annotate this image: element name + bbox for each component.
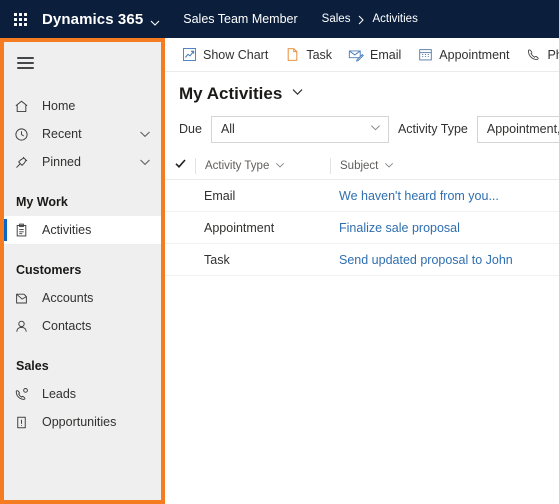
sidebar-item-accounts[interactable]: Accounts (4, 284, 161, 312)
due-filter-label: Due (179, 122, 202, 136)
chevron-right-icon (357, 15, 365, 25)
due-filter-value: All (220, 122, 235, 136)
show-chart-icon (181, 47, 197, 63)
brand-menu[interactable]: Dynamics 365 (42, 11, 160, 28)
show-chart-button[interactable]: Show Chart (173, 40, 276, 70)
chevron-down-icon (275, 160, 285, 173)
sidebar-group-title-sales: Sales (16, 359, 49, 373)
app-body: Home Recent Pinned My Work Activities Cu… (0, 38, 559, 504)
command-bar: Show Chart Task Email Appointment P (165, 38, 559, 72)
sidebar-item-activities[interactable]: Activities (4, 216, 161, 244)
pin-icon (14, 155, 33, 170)
new-task-button[interactable]: Task (276, 40, 340, 70)
calendar-icon (417, 47, 433, 63)
sidebar-item-recent[interactable]: Recent (4, 120, 161, 148)
table-row[interactable]: Email We haven't heard from you... (165, 180, 559, 212)
table-row[interactable]: Task Send updated proposal to John (165, 244, 559, 276)
sidebar-group-title-customers: Customers (16, 263, 82, 277)
column-header-subject[interactable]: Subject (330, 158, 559, 174)
sidebar-group-title-my-work: My Work (16, 195, 68, 209)
sidebar-item-pinned[interactable]: Pinned (4, 148, 161, 176)
sidebar-item-leads[interactable]: Leads (4, 380, 161, 408)
chevron-down-icon (384, 160, 394, 173)
new-appointment-button[interactable]: Appointment (409, 40, 517, 70)
chevron-down-icon[interactable] (139, 156, 151, 168)
email-envelope-icon (348, 47, 364, 63)
sidebar-item-label: Leads (42, 387, 77, 401)
view-selector[interactable]: My Activities (165, 72, 559, 112)
new-phone-call-button[interactable]: Phone Call (517, 40, 559, 70)
command-label: Phone Call (547, 47, 559, 62)
activities-grid: Activity Type Subject Email We haven't h… (165, 153, 559, 276)
cell-activity-type: Task (204, 252, 230, 267)
command-label: Appointment (439, 47, 510, 62)
dynamics-365-app-window: Dynamics 365 Sales Team Member Sales Act… (0, 0, 559, 504)
command-label: Email (370, 47, 402, 62)
hamburger-lines (17, 57, 34, 69)
breadcrumb-item-sales[interactable]: Sales (322, 13, 351, 25)
sidebar-item-label: Accounts (42, 291, 94, 305)
person-icon (14, 319, 33, 334)
app-name-label[interactable]: Sales Team Member (183, 12, 297, 26)
column-header-activity-type[interactable]: Activity Type (195, 158, 330, 174)
opportunity-icon (14, 415, 33, 430)
sidebar-item-home[interactable]: Home (4, 92, 161, 120)
sidebar-item-label: Opportunities (42, 415, 117, 429)
sidebar-item-contacts[interactable]: Contacts (4, 312, 161, 340)
sidebar-spacer-top (4, 80, 161, 92)
sidebar-item-label: Contacts (42, 319, 92, 333)
column-label: Subject (340, 160, 379, 172)
chevron-down-icon (370, 120, 381, 138)
select-all-checkbox[interactable] (165, 157, 195, 175)
chevron-down-icon[interactable] (139, 128, 151, 140)
sidebar-item-label: Pinned (42, 155, 81, 169)
table-row[interactable]: Appointment Finalize sale proposal (165, 212, 559, 244)
sidebar-item-opportunities[interactable]: Opportunities (4, 408, 161, 436)
building-icon (14, 291, 33, 306)
due-filter-select[interactable]: All (210, 115, 389, 143)
grid-header-row: Activity Type Subject (165, 153, 559, 180)
main-content-area: Show Chart Task Email Appointment P My A… (165, 38, 559, 504)
breadcrumb: Sales Activities (322, 13, 418, 25)
hamburger-menu-icon[interactable] (4, 46, 161, 80)
sidebar-item-label: Home (42, 99, 76, 113)
sidebar-navigation: Home Recent Pinned My Work Activities Cu… (4, 42, 161, 500)
cell-subject-link[interactable]: We haven't heard from you... (330, 189, 559, 203)
home-icon (14, 99, 33, 114)
chevron-down-icon (291, 85, 304, 103)
waffle-dots (13, 12, 27, 26)
cell-subject-link[interactable]: Finalize sale proposal (330, 221, 559, 235)
sidebar-highlight-outline: Home Recent Pinned My Work Activities Cu… (0, 38, 165, 504)
task-document-icon (284, 47, 300, 63)
brand-label: Dynamics 365 (42, 10, 144, 28)
activity-type-filter-label: Activity Type (397, 122, 468, 136)
checkmark-icon (174, 157, 187, 175)
command-label: Show Chart (203, 47, 269, 62)
phone-icon (525, 47, 541, 63)
column-label: Activity Type (205, 160, 270, 172)
clipboard-icon (14, 223, 33, 238)
page-title: My Activities (179, 84, 283, 103)
command-label: Task (306, 47, 333, 62)
sidebar-item-label: Recent (42, 127, 82, 141)
filter-bar: Due All Activity Type Appointment,C (165, 112, 559, 146)
cell-activity-type: Email (204, 188, 236, 203)
cell-subject-link[interactable]: Send updated proposal to John (330, 253, 559, 267)
app-launcher-waffle-icon[interactable] (7, 6, 33, 32)
sidebar-item-label: Activities (42, 223, 92, 237)
lead-phone-icon (14, 387, 33, 402)
cell-activity-type: Appointment (204, 220, 275, 235)
new-email-button[interactable]: Email (340, 40, 409, 70)
activity-type-filter-select[interactable]: Appointment,C (476, 115, 559, 143)
clock-icon (14, 127, 33, 142)
top-navigation-bar: Dynamics 365 Sales Team Member Sales Act… (0, 0, 559, 38)
breadcrumb-item-activities[interactable]: Activities (372, 13, 417, 25)
chevron-down-icon (150, 15, 160, 26)
activity-type-filter-value: Appointment,C (486, 122, 559, 136)
